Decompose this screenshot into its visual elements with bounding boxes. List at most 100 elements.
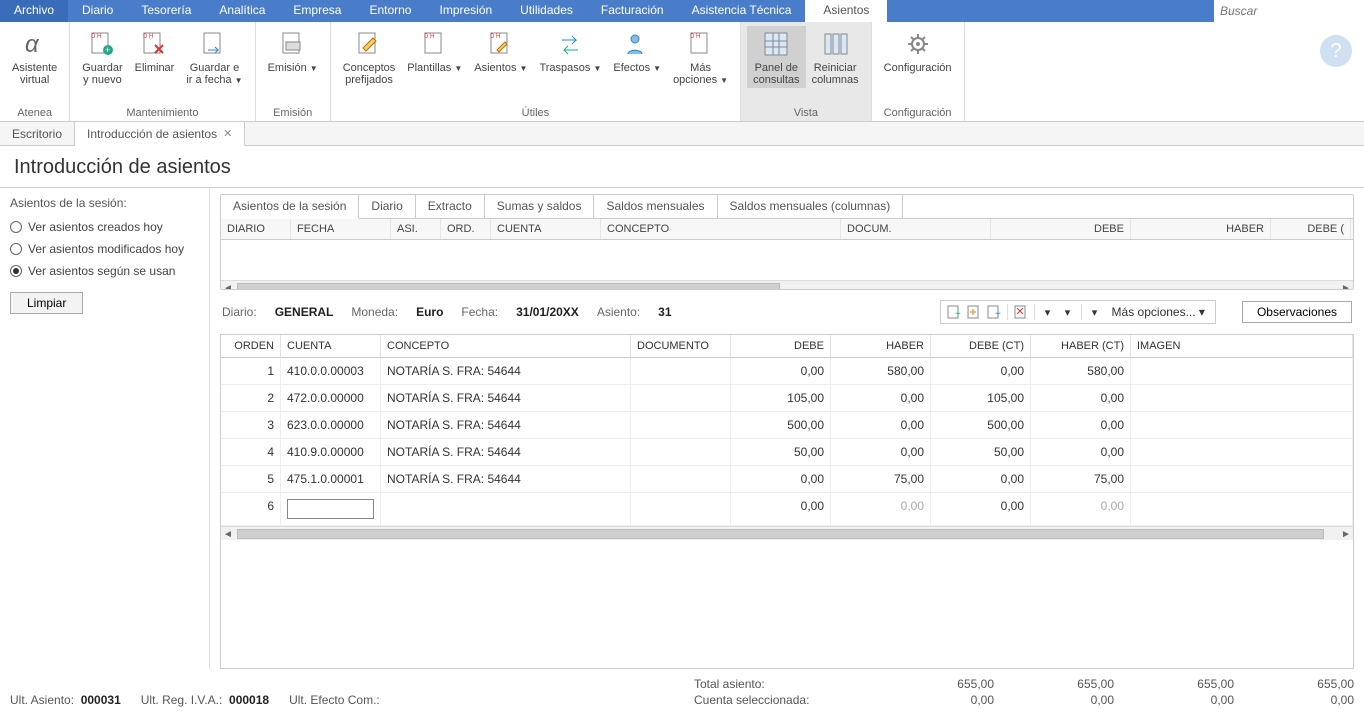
- ribbon-btn-conceptos-prefijados[interactable]: Conceptosprefijados: [337, 26, 402, 88]
- ribbon-btn-plantillas[interactable]: D HPlantillas ▼: [401, 26, 468, 76]
- delete-line-icon[interactable]: [1012, 303, 1030, 321]
- scroll-right-icon[interactable]: ►: [1339, 281, 1353, 289]
- session-col-asi[interactable]: ASI.: [391, 219, 441, 239]
- horizontal-scrollbar[interactable]: ◄ ►: [221, 280, 1353, 289]
- ribbon-btn-reiniciar-columnas[interactable]: Reiniciarcolumnas: [806, 26, 865, 88]
- radio-modificados-hoy[interactable]: Ver asientos modificados hoy: [10, 242, 199, 256]
- subtab-diario[interactable]: Diario: [359, 195, 415, 218]
- session-col-debe[interactable]: DEBE (: [1271, 219, 1351, 239]
- tool3-icon[interactable]: ▾: [1086, 303, 1104, 321]
- ribbon-btn-asistente-virtual[interactable]: αAsistentevirtual: [6, 26, 63, 88]
- session-col-cuenta[interactable]: CUENTA: [491, 219, 601, 239]
- mas-opciones-dropdown[interactable]: Más opciones... ▾: [1106, 303, 1211, 321]
- table-row[interactable]: 3623.0.0.00000NOTARÍA S. FRA: 54644500,0…: [221, 412, 1353, 439]
- session-col-diario[interactable]: DIARIO: [221, 219, 291, 239]
- menu-tesoreria[interactable]: Tesorería: [127, 0, 205, 22]
- tab-escritorio[interactable]: Escritorio: [0, 122, 75, 145]
- radio-segun-usan[interactable]: Ver asientos según se usan: [10, 264, 199, 278]
- tool1-icon[interactable]: ▾: [1039, 303, 1057, 321]
- ribbon-btn-emisión[interactable]: Emisión ▼: [262, 26, 324, 76]
- col-concepto[interactable]: CONCEPTO: [381, 335, 631, 358]
- ribbon-group-emisión: Emisión ▼Emisión: [256, 22, 331, 121]
- footer-left: Ult. Asiento: 000031 Ult. Reg. I.V.A.: 0…: [10, 693, 386, 707]
- menu-asistencia[interactable]: Asistencia Técnica: [678, 0, 806, 22]
- ribbon-btn-guardar-e-ir-a-fecha[interactable]: Guardar eir a fecha ▼: [180, 26, 248, 88]
- ribbon-btn-guardar-y-nuevo[interactable]: D H+Guardary nuevo: [76, 26, 128, 88]
- menu-utilidades[interactable]: Utilidades: [506, 0, 587, 22]
- ult-reg-iva-value: 000018: [229, 693, 269, 707]
- scroll-right-icon[interactable]: ►: [1339, 527, 1353, 541]
- limpiar-button[interactable]: Limpiar: [10, 292, 83, 314]
- search-input[interactable]: [1220, 4, 1358, 18]
- add-line-icon[interactable]: +: [945, 303, 963, 321]
- ribbon-btn-label: Emisión ▼: [268, 62, 318, 74]
- table-row[interactable]: 5475.1.0.00001NOTARÍA S. FRA: 546440,007…: [221, 466, 1353, 493]
- entries-header: ORDEN CUENTA CONCEPTO DOCUMENTO DEBE HAB…: [221, 335, 1353, 358]
- session-col-fecha[interactable]: FECHA: [291, 219, 391, 239]
- observaciones-button[interactable]: Observaciones: [1242, 301, 1352, 323]
- table-row-editing[interactable]: 60,000,000,000,00: [221, 493, 1353, 526]
- ribbon-btn-eliminar[interactable]: D HEliminar: [129, 26, 181, 76]
- cell-documento: [631, 439, 731, 466]
- ribbon-btn-más-opciones[interactable]: D HMásopciones ▼: [667, 26, 734, 88]
- menu-asientos-active[interactable]: Asientos: [805, 0, 887, 22]
- menu-impresion[interactable]: Impresión: [425, 0, 506, 22]
- cell-haber: 0,00: [831, 493, 931, 526]
- alpha-icon: α: [19, 28, 51, 60]
- insert-line-icon[interactable]: [965, 303, 983, 321]
- menu-facturacion[interactable]: Facturación: [587, 0, 678, 22]
- subtab-saldos-mensuales-(columnas)[interactable]: Saldos mensuales (columnas): [718, 195, 904, 218]
- radio-creados-hoy[interactable]: Ver asientos creados hoy: [10, 220, 199, 234]
- entries-scrollbar[interactable]: ◄ ►: [221, 526, 1353, 540]
- ribbon-group-label: Mantenimiento: [76, 105, 248, 119]
- tab-introduccion-asientos[interactable]: Introducción de asientos ✕: [75, 122, 245, 146]
- help-icon[interactable]: ?: [1320, 35, 1352, 67]
- ribbon-btn-asientos[interactable]: D HAsientos ▼: [468, 26, 533, 76]
- radio-label: Ver asientos creados hoy: [28, 220, 163, 234]
- col-cuenta[interactable]: CUENTA: [281, 335, 381, 358]
- subtab-extracto[interactable]: Extracto: [416, 195, 485, 218]
- scroll-thumb[interactable]: [237, 529, 1324, 539]
- cell-cuenta[interactable]: [281, 493, 381, 526]
- col-haberct[interactable]: HABER (CT): [1031, 335, 1131, 358]
- scroll-left-icon[interactable]: ◄: [221, 527, 235, 541]
- col-haber[interactable]: HABER: [831, 335, 931, 358]
- menu-entorno[interactable]: Entorno: [355, 0, 425, 22]
- session-col-docum[interactable]: DOCUM.: [841, 219, 991, 239]
- col-debect[interactable]: DEBE (CT): [931, 335, 1031, 358]
- ribbon-btn-panel-de-consultas[interactable]: Panel deconsultas: [747, 26, 805, 88]
- table-row[interactable]: 1410.0.0.00003NOTARÍA S. FRA: 546440,005…: [221, 358, 1353, 385]
- ribbon-group-label: Útiles: [337, 105, 734, 119]
- ribbon-btn-configuración[interactable]: Configuración: [878, 26, 958, 76]
- cell-debe: 500,00: [731, 412, 831, 439]
- copy-line-icon[interactable]: +: [985, 303, 1003, 321]
- session-col-concepto[interactable]: CONCEPTO: [601, 219, 841, 239]
- menu-empresa[interactable]: Empresa: [279, 0, 355, 22]
- ult-efecto-label: Ult. Efecto Com.:: [289, 693, 380, 707]
- ribbon-btn-efectos[interactable]: Efectos ▼: [607, 26, 667, 76]
- doc-x-icon: D H: [138, 28, 170, 60]
- col-orden[interactable]: ORDEN: [221, 335, 281, 358]
- session-col-haber[interactable]: HABER: [1131, 219, 1271, 239]
- subtab-sumas-y-saldos[interactable]: Sumas y saldos: [485, 195, 595, 218]
- ribbon-btn-traspasos[interactable]: Traspasos ▼: [533, 26, 607, 76]
- close-icon[interactable]: ✕: [223, 127, 232, 140]
- subtab-saldos-mensuales[interactable]: Saldos mensuales: [594, 195, 717, 218]
- session-col-debe[interactable]: DEBE: [991, 219, 1131, 239]
- scroll-thumb[interactable]: [237, 283, 780, 289]
- menu-archivo[interactable]: Archivo: [0, 0, 68, 22]
- cell-haberct: 0,00: [1031, 385, 1131, 412]
- cuenta-input[interactable]: [287, 499, 374, 519]
- col-imagen[interactable]: IMAGEN: [1131, 335, 1353, 358]
- col-debe[interactable]: DEBE: [731, 335, 831, 358]
- session-col-ord[interactable]: ORD.: [441, 219, 491, 239]
- scroll-left-icon[interactable]: ◄: [221, 281, 235, 289]
- menu-diario[interactable]: Diario: [68, 0, 127, 22]
- menu-analitica[interactable]: Analítica: [205, 0, 279, 22]
- subtab-asientos-de-la-sesión[interactable]: Asientos de la sesión: [221, 195, 359, 219]
- cell-orden: 5: [221, 466, 281, 493]
- col-documento[interactable]: DOCUMENTO: [631, 335, 731, 358]
- table-row[interactable]: 4410.9.0.00000NOTARÍA S. FRA: 5464450,00…: [221, 439, 1353, 466]
- table-row[interactable]: 2472.0.0.00000NOTARÍA S. FRA: 54644105,0…: [221, 385, 1353, 412]
- tool2-icon[interactable]: ▾: [1059, 303, 1077, 321]
